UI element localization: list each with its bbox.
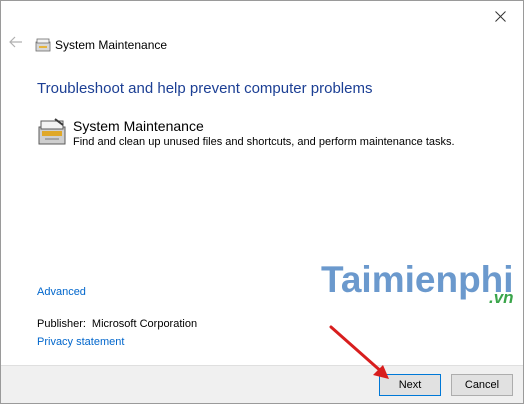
title-bar — [1, 1, 523, 31]
cancel-button[interactable]: Cancel — [451, 374, 513, 396]
close-button[interactable] — [477, 1, 523, 31]
page-heading: Troubleshoot and help prevent computer p… — [37, 80, 373, 97]
maintenance-icon — [37, 117, 67, 147]
watermark-tld: .vn — [489, 288, 514, 307]
publisher-value: Microsoft Corporation — [91, 318, 198, 330]
task-item: System Maintenance Find and clean up unu… — [37, 117, 497, 157]
task-description: Find and clean up unused files and short… — [73, 136, 455, 148]
footer-bar: Next Cancel — [1, 365, 523, 403]
close-icon — [494, 10, 506, 22]
publisher-info: Publisher: Microsoft Corporation — [37, 318, 197, 331]
window-title: System Maintenance — [55, 38, 168, 52]
back-arrow-icon — [9, 35, 23, 53]
publisher-label: Publisher: — [37, 318, 86, 330]
back-button[interactable] — [7, 35, 25, 53]
watermark-brand: Taimienphi — [321, 259, 514, 300]
task-title: System Maintenance — [73, 118, 204, 134]
privacy-statement-link[interactable]: Privacy statement — [37, 336, 124, 349]
navigation-bar: System Maintenance — [1, 31, 523, 59]
next-button[interactable]: Next — [379, 374, 441, 396]
watermark: Taimienphi .vn — [321, 259, 521, 319]
troubleshooter-window: System Maintenance Troubleshoot and help… — [0, 0, 524, 404]
advanced-link[interactable]: Advanced — [37, 286, 86, 299]
maintenance-icon — [35, 38, 51, 52]
